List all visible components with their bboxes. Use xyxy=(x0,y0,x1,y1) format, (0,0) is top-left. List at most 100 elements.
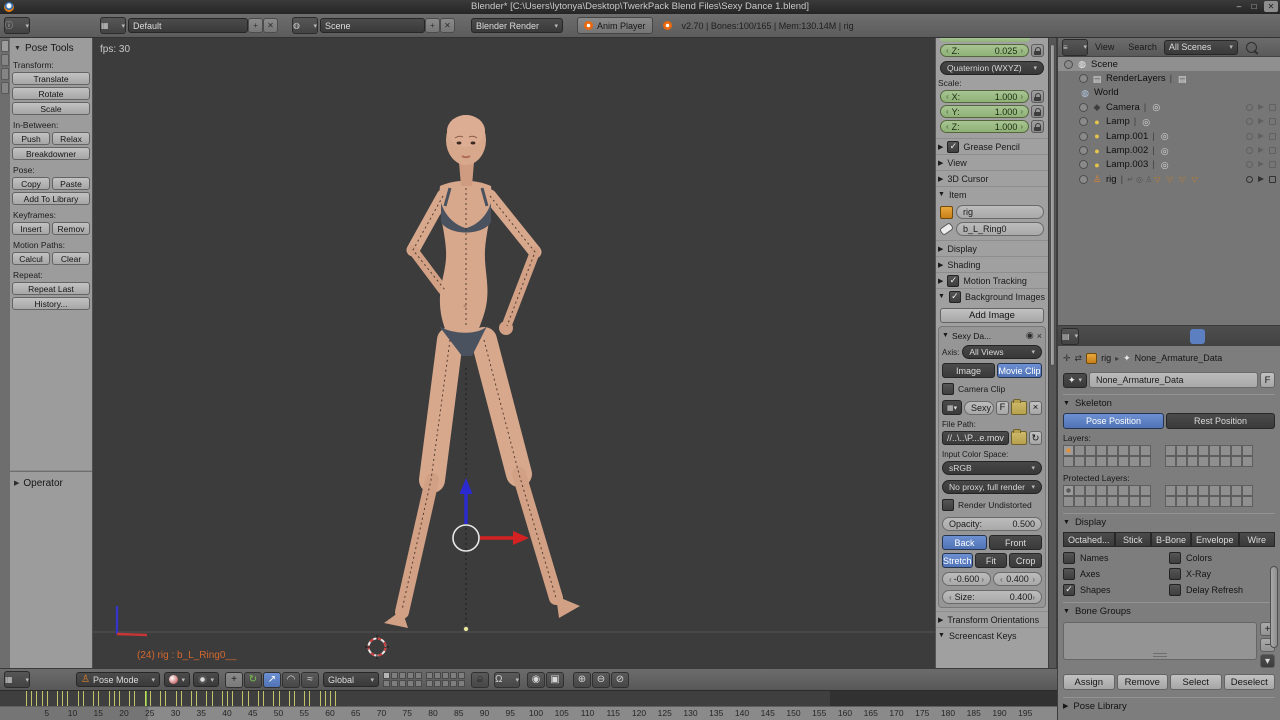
motion-tracking-panel[interactable]: ▶ ✓ Motion Tracking xyxy=(936,272,1048,288)
layer-cell[interactable] xyxy=(1242,456,1253,467)
front-toggle[interactable]: Front xyxy=(989,535,1042,550)
layer-cell[interactable] xyxy=(383,680,390,687)
toolshelf-tab[interactable] xyxy=(1,40,9,52)
tool-button[interactable]: Repeat Last xyxy=(12,282,90,295)
screencast-keys-panel[interactable]: ▼ Screencast Keys xyxy=(936,627,1048,643)
layer-cell[interactable] xyxy=(1074,445,1085,456)
layer-cell[interactable] xyxy=(1140,445,1151,456)
outliner-row[interactable]: Lamp.002 | xyxy=(1058,143,1280,157)
keyframe-marker[interactable] xyxy=(335,691,337,706)
source-movieclip-toggle[interactable]: Movie Clip xyxy=(997,363,1042,378)
layer-cell[interactable] xyxy=(1187,456,1198,467)
keyframe-marker[interactable] xyxy=(26,691,28,706)
tool-button[interactable]: Breakdowner xyxy=(12,147,90,160)
outliner-row[interactable]: Lamp | xyxy=(1058,115,1280,129)
visibility-icon[interactable] xyxy=(1246,118,1253,126)
id-browse-button[interactable]: ✦ ▾ xyxy=(1063,372,1087,388)
layer-cell[interactable] xyxy=(450,680,457,687)
keyframe-marker[interactable] xyxy=(118,691,120,706)
layer-cell[interactable] xyxy=(1242,485,1253,496)
outliner-row[interactable]: rig | ↵ ◎ ♙ ▽ ▽ ▽ ▽ xyxy=(1058,172,1280,186)
tool-button[interactable]: History... xyxy=(12,297,90,310)
screen-layout-field[interactable]: Default xyxy=(128,18,248,33)
keyframe-marker[interactable] xyxy=(113,691,115,706)
keyframe-marker[interactable] xyxy=(160,691,162,706)
keyframe-marker[interactable] xyxy=(206,691,208,706)
selectability-icon[interactable] xyxy=(1258,161,1264,168)
orientation-icon[interactable]: ≈ xyxy=(301,671,319,688)
layer-cell[interactable] xyxy=(391,680,398,687)
toolshelf-tab[interactable] xyxy=(1,54,9,66)
keyframe-marker[interactable] xyxy=(221,691,223,706)
layer-cell[interactable] xyxy=(1231,456,1242,467)
keyframe-marker[interactable] xyxy=(36,691,38,706)
bone-group-action-button[interactable]: Assign xyxy=(1063,674,1115,690)
file-path-field[interactable]: //..\..\P...e.mov xyxy=(942,431,1009,445)
checkbox[interactable]: ✓ xyxy=(947,140,960,153)
keyframe-marker[interactable] xyxy=(232,691,234,706)
lock-icon[interactable] xyxy=(1031,90,1044,103)
layer-cell[interactable] xyxy=(383,672,390,679)
display-option[interactable]: Names xyxy=(1063,550,1169,566)
layer-cell[interactable] xyxy=(1096,445,1107,456)
tool-button[interactable]: Paste xyxy=(52,177,90,190)
display-option[interactable]: Axes xyxy=(1063,566,1169,582)
operator-panel-header[interactable]: Operator xyxy=(14,476,92,490)
outliner-row[interactable]: World xyxy=(1058,86,1280,100)
layers-grid-b[interactable] xyxy=(426,672,465,687)
translate-manipulator-icon[interactable]: ↻ xyxy=(244,671,262,688)
protected-layers-grid-2[interactable] xyxy=(1165,485,1253,507)
browse-path-folder-icon[interactable] xyxy=(1011,429,1027,445)
anim-player-toggle[interactable]: Anim Player xyxy=(577,17,653,34)
object-name-field[interactable]: rig xyxy=(956,205,1044,219)
expand-toggle[interactable] xyxy=(1079,131,1088,141)
tool-button[interactable]: Push xyxy=(12,132,50,145)
viewport-3d[interactable]: fps: 30 (24) rig : b_L_Ring0__ xyxy=(93,38,935,668)
rotation-field-partial[interactable] xyxy=(940,38,1030,42)
layer-cell[interactable] xyxy=(1085,456,1096,467)
layer-cell[interactable] xyxy=(434,672,441,679)
keyframe-marker[interactable] xyxy=(77,691,79,706)
outliner-row[interactable]: RenderLayers | xyxy=(1058,71,1280,85)
layer-cell[interactable] xyxy=(1074,496,1085,507)
layer-cell[interactable] xyxy=(1165,445,1176,456)
scene-field[interactable]: Scene xyxy=(320,18,425,33)
id-name-field[interactable]: None_Armature_Data xyxy=(1089,372,1258,388)
rest-position-toggle[interactable]: Rest Position xyxy=(1166,413,1275,429)
keyframe-marker[interactable] xyxy=(62,691,64,706)
lock-icon[interactable] xyxy=(1031,44,1044,57)
checkbox[interactable]: ✓ xyxy=(948,290,961,303)
display-panel[interactable]: ▶ Display xyxy=(936,240,1048,256)
layer-cell[interactable] xyxy=(399,680,406,687)
keyframe-marker[interactable] xyxy=(93,691,95,706)
keyframe-marker[interactable] xyxy=(304,691,306,706)
keyframe-marker[interactable] xyxy=(247,691,249,706)
reload-icon[interactable]: ↻ xyxy=(1029,431,1042,445)
pivot-point-select[interactable]: ▾ xyxy=(193,672,219,687)
keyframe-marker[interactable] xyxy=(149,691,151,706)
manipulator-toggle[interactable]: + xyxy=(225,671,243,688)
layer-cell[interactable] xyxy=(1220,496,1231,507)
breadcrumb-data[interactable]: None_Armature_Data xyxy=(1135,353,1223,363)
timeline-ruler[interactable]: 5 10 15 20 25 30 35 40 45 50 55 60 65 70 75 80 85 90 95 100… xyxy=(0,706,1057,720)
keyframe-marker[interactable] xyxy=(175,691,177,706)
source-image-toggle[interactable]: Image xyxy=(942,363,995,378)
search-menu[interactable]: Search xyxy=(1128,42,1157,52)
layer-cell[interactable] xyxy=(1198,445,1209,456)
layer-cell[interactable] xyxy=(442,672,449,679)
tool-button[interactable]: Insert xyxy=(12,222,50,235)
outliner-row[interactable]: Scene xyxy=(1058,57,1280,72)
keyframe-marker[interactable] xyxy=(293,691,295,706)
editor-type-button[interactable]: ▤ ▾ xyxy=(1061,327,1080,345)
layer-cell[interactable] xyxy=(399,672,406,679)
render-opengl-anim-button[interactable]: ▣ xyxy=(546,671,564,688)
editor-type-button[interactable]: ▦ ▾ xyxy=(4,671,30,688)
keyframe-marker[interactable] xyxy=(288,691,290,706)
item-panel[interactable]: ▼ Item xyxy=(936,186,1048,202)
keyframe-marker[interactable] xyxy=(227,691,228,706)
fake-user-button[interactable]: F xyxy=(996,400,1009,415)
add-scene-button[interactable]: + xyxy=(425,18,440,33)
editor-type-button[interactable]: ≡ ▾ xyxy=(1062,38,1088,56)
outliner-row[interactable]: Lamp.003 | xyxy=(1058,158,1280,172)
view-panel[interactable]: ▶ View xyxy=(936,154,1048,170)
